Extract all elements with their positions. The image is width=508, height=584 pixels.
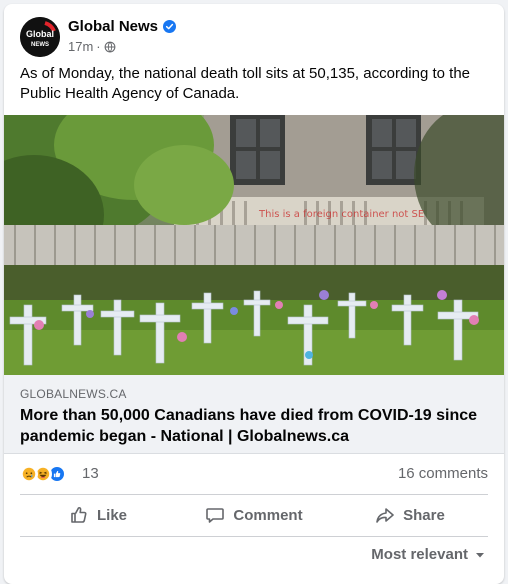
sort-label: Most relevant	[371, 546, 468, 563]
like-button[interactable]: Like	[20, 499, 176, 531]
page-name[interactable]: Global News	[68, 18, 158, 35]
divider-top	[20, 494, 488, 495]
globe-icon	[104, 41, 116, 52]
comment-button[interactable]: Comment	[176, 499, 332, 531]
post-image[interactable]: This is a foreign container not SE	[4, 115, 504, 375]
post-time[interactable]: 17m	[68, 39, 93, 54]
verified-badge-icon	[163, 20, 177, 33]
share-icon	[376, 508, 394, 523]
avatar-text-line2: NEWS	[31, 42, 49, 48]
meta-separator: ·	[96, 39, 101, 54]
reactions-bar: 13 16 comments	[20, 462, 488, 486]
avatar[interactable]: Global NEWS	[20, 17, 60, 57]
reaction-count[interactable]: 13	[82, 465, 99, 482]
avatar-text-line1: Global	[26, 29, 54, 39]
image-watermark: This is a foreign container not SE	[259, 209, 425, 220]
comment-sort-dropdown[interactable]: Most relevant	[371, 546, 486, 563]
link-preview[interactable]: GLOBALNEWS.CA More than 50,000 Canadians…	[4, 375, 504, 454]
thumbs-up-icon	[71, 507, 87, 523]
global-news-logo: Global NEWS	[20, 17, 60, 57]
like-label: Like	[96, 506, 127, 524]
comment-icon	[206, 508, 225, 523]
share-button[interactable]: Share	[332, 499, 488, 531]
post-meta: 17m ·	[68, 39, 116, 54]
post-card: Global NEWS Global News 17m · As of Mond…	[4, 4, 504, 584]
action-bar: Like Comment Share	[20, 499, 488, 531]
comments-count[interactable]: 16 comments	[398, 465, 488, 482]
post-header: Global NEWS Global News 17m ·	[20, 17, 490, 57]
caret-down-icon	[476, 552, 484, 557]
comment-label: Comment	[233, 506, 303, 524]
post-text: As of Monday, the national death toll si…	[20, 65, 471, 102]
page-name-row: Global News	[68, 18, 177, 35]
sad-icon	[20, 465, 38, 483]
link-title[interactable]: More than 50,000 Canadians have died fro…	[20, 405, 490, 447]
divider-bottom	[20, 536, 488, 537]
share-label: Share	[403, 506, 445, 524]
link-domain: GLOBALNEWS.CA	[20, 387, 127, 401]
reaction-icons[interactable]	[20, 465, 80, 483]
memorial-crosses-photo	[4, 115, 504, 375]
